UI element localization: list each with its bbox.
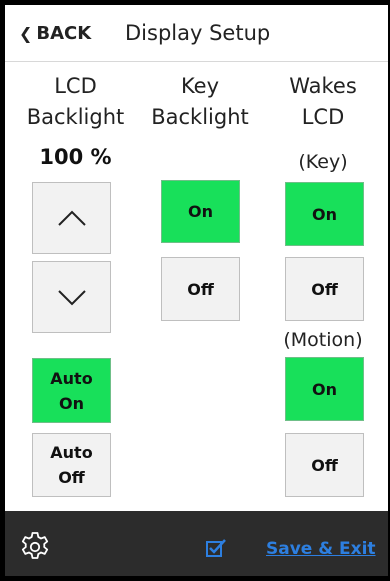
chevron-up-icon [57, 210, 86, 226]
lcd-backlight-heading: LCD Backlight [5, 71, 146, 133]
footer-bar: Save & Exit [5, 511, 388, 576]
wakes-motion-on-button[interactable]: On [285, 357, 364, 421]
brightness-up-button[interactable] [32, 182, 111, 254]
display-setup-screen: ❮ BACK Display Setup LCD Backlight Key Ba… [5, 5, 388, 576]
wakes-key-off-button[interactable]: Off [285, 257, 364, 321]
auto-on-label-line1: Auto [50, 368, 93, 388]
wakes-key-on-button[interactable]: On [285, 182, 364, 246]
wakes-key-on-label: On [312, 204, 337, 224]
wakes-key-label: (Key) [298, 151, 348, 173]
key-backlight-off-label: Off [187, 279, 214, 299]
auto-off-button[interactable]: Auto Off [32, 433, 111, 497]
lcd-backlight-heading-line1: LCD [54, 74, 97, 98]
back-button[interactable]: ❮ BACK [19, 23, 91, 44]
key-backlight-heading: Key Backlight [146, 71, 254, 133]
lcd-backlight-heading-line2: Backlight [26, 105, 125, 129]
wakes-motion-on-label: On [312, 379, 337, 399]
auto-on-button[interactable]: Auto On [32, 358, 111, 423]
header-bar: ❮ BACK Display Setup [5, 5, 388, 62]
key-backlight-on-label: On [188, 202, 213, 221]
wakes-key-off-label: Off [311, 279, 338, 299]
gear-icon[interactable] [19, 529, 51, 561]
key-backlight-on-button[interactable]: On [161, 180, 240, 243]
chevron-left-icon: ❮ [19, 24, 33, 43]
wakes-motion-off-label: Off [311, 455, 338, 475]
auto-off-label-line2: Off [58, 468, 85, 487]
auto-on-label-line2: On [58, 393, 84, 413]
wakes-motion-label: (Motion) [283, 329, 363, 351]
checkbox-checked-icon[interactable] [205, 537, 227, 559]
key-backlight-heading-line1: Key [180, 74, 220, 98]
back-label: BACK [36, 23, 92, 44]
key-backlight-heading-line2: Backlight [151, 105, 249, 129]
brightness-down-button[interactable] [32, 261, 111, 333]
key-backlight-off-button[interactable]: Off [161, 257, 240, 321]
brightness-value: 100 % [39, 145, 112, 169]
wakes-lcd-heading-line1: Wakes [289, 74, 357, 98]
save-and-exit-link[interactable]: Save & Exit [266, 539, 376, 559]
wakes-lcd-heading: Wakes LCD [258, 71, 388, 133]
page-title: Display Setup [125, 21, 271, 45]
chevron-down-icon [57, 290, 86, 306]
auto-off-label-line1: Auto [50, 443, 93, 462]
wakes-motion-off-button[interactable]: Off [285, 433, 364, 497]
wakes-lcd-heading-line2: LCD [301, 105, 345, 129]
